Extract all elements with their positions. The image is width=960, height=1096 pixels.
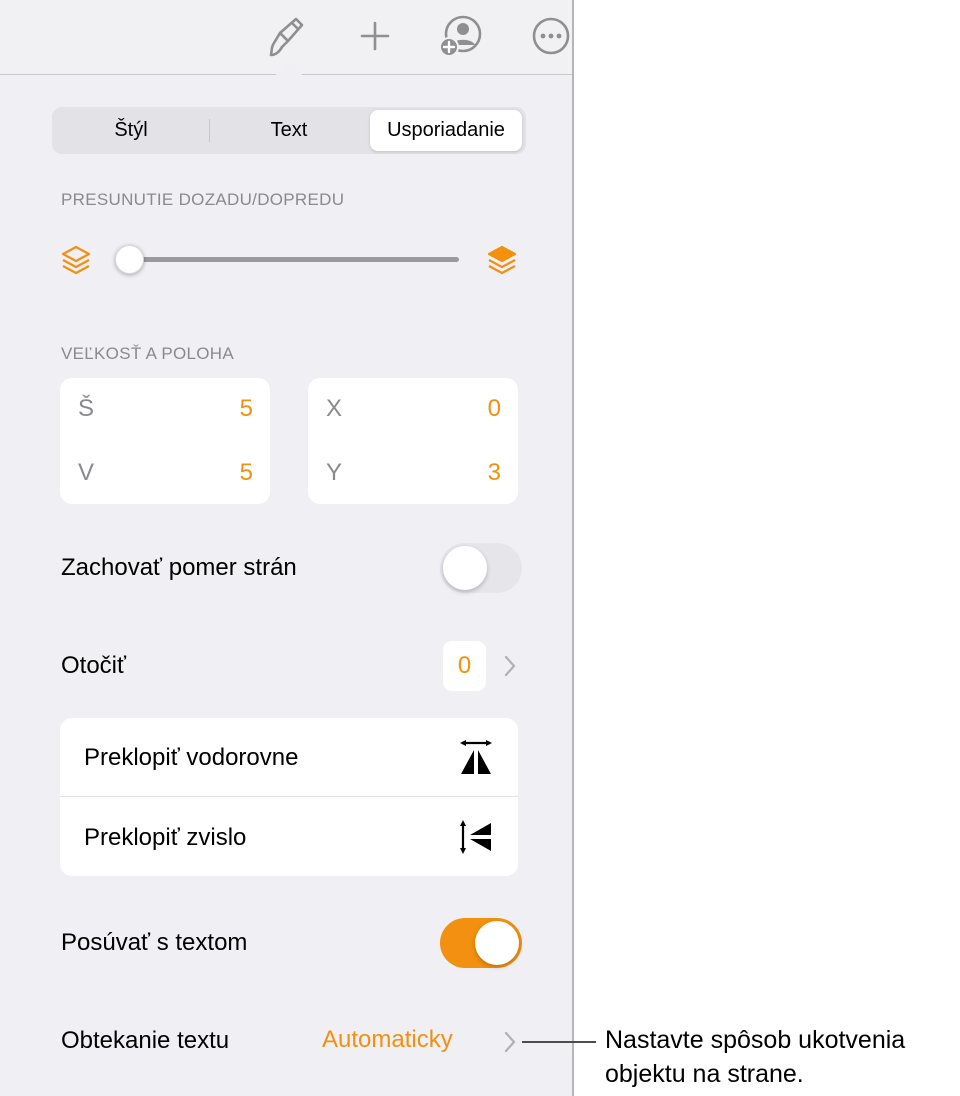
y-label: Y	[326, 459, 343, 486]
callout-line	[522, 1041, 596, 1043]
app-window: Štýl Text Usporiadanie PRESUNUTIE DOZADU…	[0, 0, 574, 1096]
tab-arrange[interactable]: Usporiadanie	[370, 110, 522, 151]
rotate-label: Otočiť	[61, 652, 127, 679]
arrange-slider-thumb[interactable]	[115, 245, 144, 274]
more-icon[interactable]	[527, 12, 572, 60]
text-wrap-value[interactable]: Automaticky	[322, 1026, 453, 1054]
plus-icon[interactable]	[351, 12, 399, 60]
toggle-knob	[443, 546, 487, 590]
chevron-right-icon[interactable]	[503, 655, 517, 677]
segment-divider	[209, 119, 210, 142]
flip-vertical-label[interactable]: Preklopiť zvislo	[84, 824, 246, 852]
segmented-control: Štýl Text Usporiadanie	[52, 107, 526, 154]
arrange-slider-track[interactable]	[129, 257, 459, 262]
chevron-right-icon[interactable]	[503, 1031, 517, 1053]
x-value[interactable]: 0	[488, 395, 501, 423]
rotate-value[interactable]: 0	[443, 641, 486, 691]
y-value[interactable]: 3	[488, 459, 501, 487]
callout-line-2: objektu na strane.	[605, 1060, 804, 1088]
flip-horizontal-label[interactable]: Preklopiť vodorovne	[84, 744, 298, 772]
bring-forward-icon[interactable]	[486, 244, 518, 276]
text-wrap-label: Obtekanie textu	[61, 1027, 230, 1054]
callout-line-1: Nastavte spôsob ukotvenia	[605, 1026, 906, 1054]
flip-vertical-icon[interactable]	[459, 820, 493, 854]
move-with-text-label: Posúvať s textom	[61, 929, 248, 956]
height-label: V	[78, 459, 95, 486]
move-with-text-toggle[interactable]	[440, 918, 522, 968]
width-value[interactable]: 5	[240, 395, 253, 423]
x-label: X	[326, 395, 343, 422]
tab-style[interactable]: Štýl	[55, 110, 207, 151]
aspect-ratio-toggle[interactable]	[440, 543, 522, 593]
flip-separator	[60, 796, 518, 797]
arrange-section-title: PRESUNUTIE DOZADU/DOPREDU	[61, 190, 345, 209]
aspect-ratio-label: Zachovať pomer strán	[61, 554, 297, 581]
toggle-knob	[475, 921, 519, 965]
paintbrush-icon[interactable]	[262, 12, 310, 60]
send-backward-icon[interactable]	[60, 244, 92, 276]
size-position-section-title: VEĽKOSŤ A POLOHA	[61, 344, 234, 363]
tab-text[interactable]: Text	[213, 110, 365, 151]
flip-horizontal-icon[interactable]	[459, 740, 493, 776]
add-collaborator-icon[interactable]	[437, 12, 485, 60]
flip-card	[60, 718, 518, 876]
size-card: Š 5 V 5	[60, 378, 270, 504]
callout-text: Nastavte spôsob ukotvenia objektu na str…	[605, 1023, 960, 1091]
height-value[interactable]: 5	[240, 459, 253, 487]
position-card: X 0 Y 3	[308, 378, 518, 504]
width-label: Š	[78, 395, 95, 422]
